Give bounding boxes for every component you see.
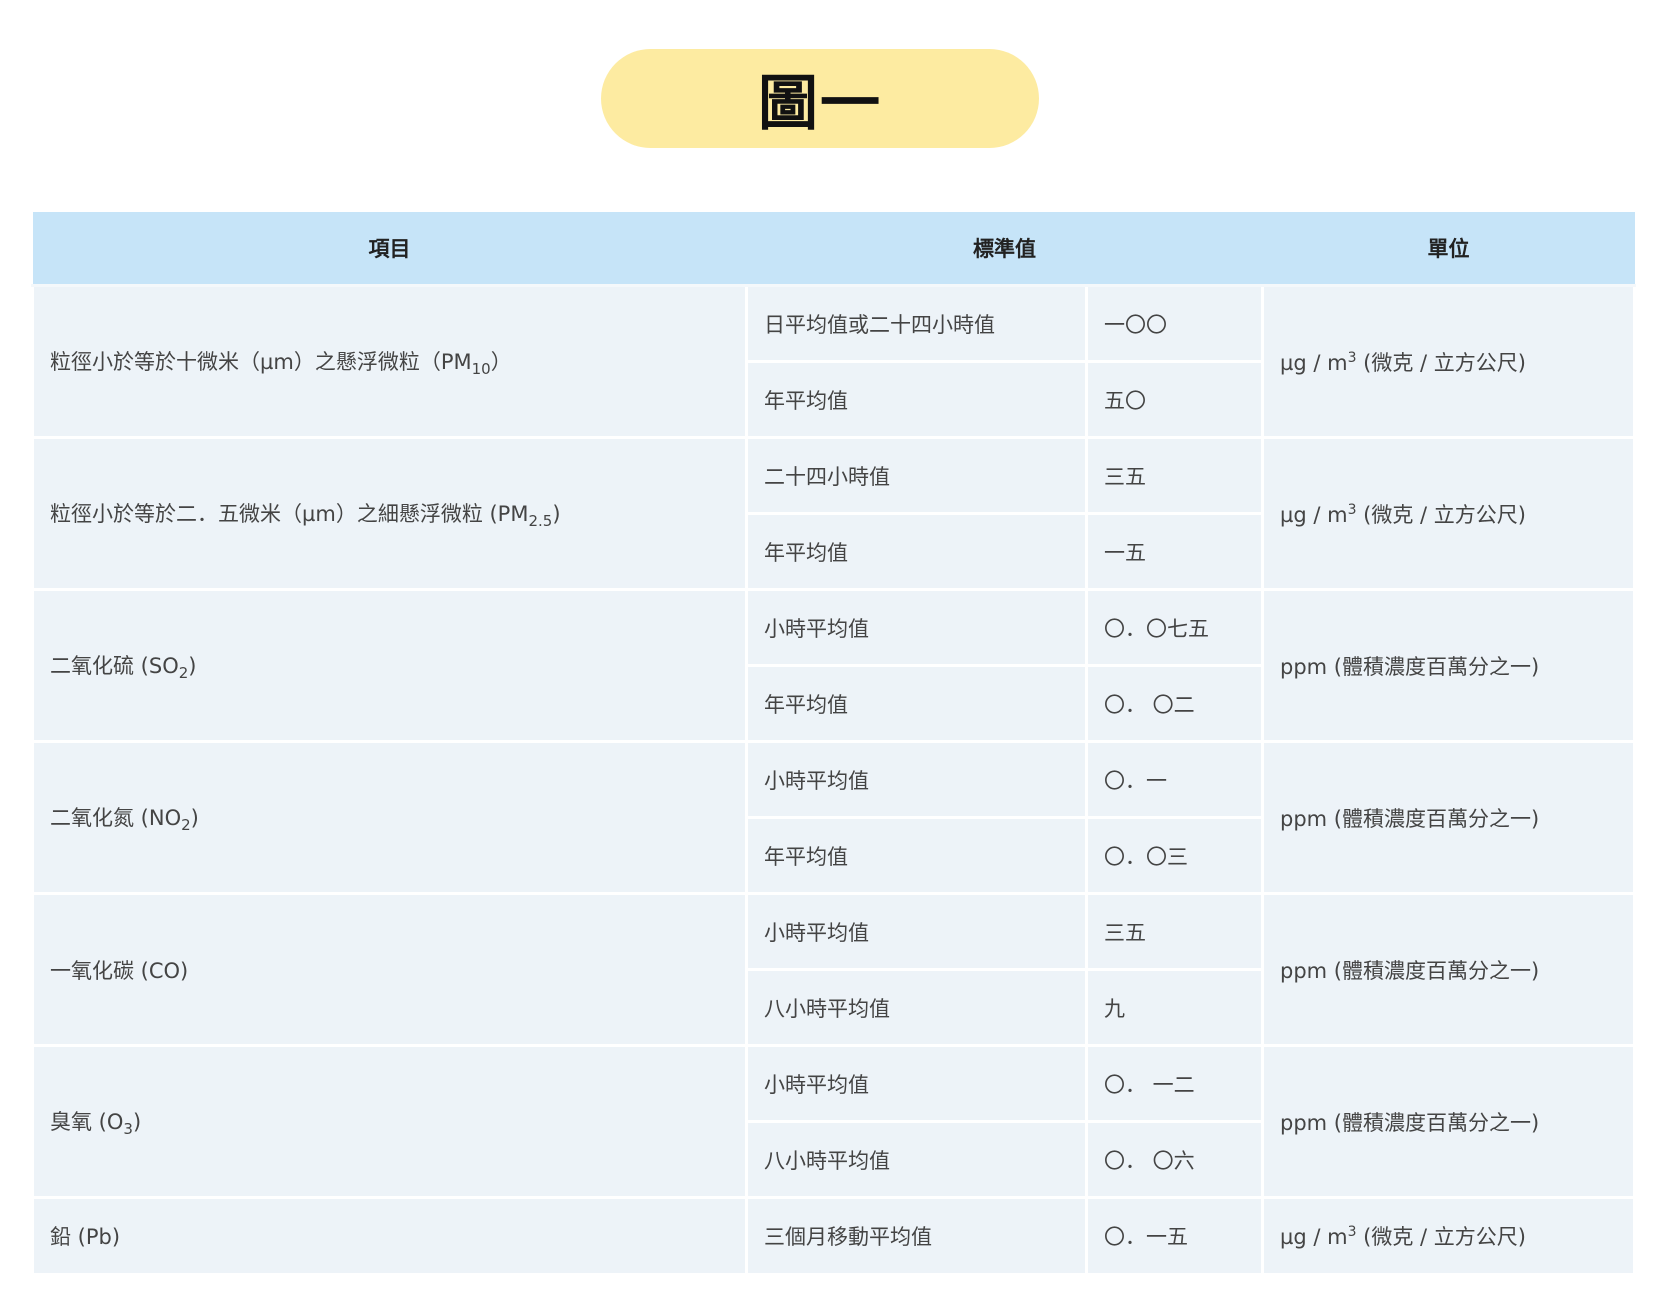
unit-text: µg / m [1280, 502, 1348, 527]
table-row: 鉛 (Pb) 三個月移動平均值 〇．一五 µg / m3 (微克 / 立方公尺) [31, 1196, 1636, 1276]
pollutant-name-cell: 二氧化氮 (NO2) [31, 740, 748, 895]
standard-value: 一〇〇 [1085, 284, 1264, 363]
pollutant-name: 粒徑小於等於十微米（µm）之懸浮微粒（PM [50, 349, 472, 374]
pollutant-name-suffix: ) [188, 653, 197, 678]
pollutant-name-cell: 粒徑小於等於二．五微米（µm）之細懸浮微粒 (PM2.5) [31, 436, 748, 591]
standard-value: 九 [1085, 968, 1264, 1047]
pollutant-name-suffix: ) [552, 501, 561, 526]
averaging-period: 小時平均值 [745, 1044, 1088, 1123]
header-item: 項目 [32, 212, 747, 287]
averaging-period: 小時平均值 [745, 740, 1088, 819]
standard-value: 〇．一 [1085, 740, 1264, 819]
averaging-period: 年平均值 [745, 664, 1088, 743]
averaging-period: 三個月移動平均值 [745, 1196, 1088, 1276]
unit-description: (微克 / 立方公尺) [1356, 1225, 1526, 1249]
standard-value: 三五 [1085, 892, 1264, 971]
header-standard: 標準值 [746, 212, 1263, 287]
standard-value: 〇． 〇二 [1085, 664, 1264, 743]
standard-value: 三五 [1085, 436, 1264, 515]
unit-text: ppm (體積濃度百萬分之一) [1280, 1110, 1540, 1135]
unit-cell: ppm (體積濃度百萬分之一) [1261, 740, 1636, 895]
unit-text: ppm (體積濃度百萬分之一) [1280, 654, 1540, 679]
averaging-period: 日平均值或二十四小時值 [745, 284, 1088, 363]
standard-value: 一五 [1085, 512, 1264, 591]
table-header-row: 項目 標準值 單位 [32, 212, 1635, 287]
unit-cell: ppm (體積濃度百萬分之一) [1261, 892, 1636, 1047]
unit-cell: µg / m3 (微克 / 立方公尺) [1261, 284, 1636, 439]
averaging-period: 年平均值 [745, 816, 1088, 895]
pollutant-name-cell: 一氧化碳 (CO) [31, 892, 748, 1047]
unit-cell: ppm (體積濃度百萬分之一) [1261, 1044, 1636, 1199]
pollutant-name-cell: 二氧化硫 (SO2) [31, 588, 748, 743]
standard-value: 五〇 [1085, 360, 1264, 439]
pollutant-name-cell: 臭氧 (O3) [31, 1044, 748, 1199]
pollutant-subscript: 2.5 [528, 511, 553, 530]
unit-cell: µg / m3 (微克 / 立方公尺) [1261, 436, 1636, 591]
unit-superscript: 3 [1347, 501, 1357, 518]
pollutant-name-suffix: ） [490, 349, 512, 374]
standard-value: 〇．〇三 [1085, 816, 1264, 895]
pollutant-name: 粒徑小於等於二．五微米（µm）之細懸浮微粒 (PM [50, 501, 529, 526]
pollutant-name-suffix: ) [132, 1109, 142, 1134]
unit-text: ppm (體積濃度百萬分之一) [1280, 958, 1540, 983]
pollutant-subscript: 2 [178, 663, 189, 682]
unit-cell: µg / m3 (微克 / 立方公尺) [1261, 1196, 1636, 1276]
pollutant-name: 一氧化碳 (CO) [50, 958, 189, 983]
header-unit: 單位 [1262, 212, 1635, 287]
unit-description: (微克 / 立方公尺) [1356, 502, 1526, 527]
table-row: 二氧化氮 (NO2) 小時平均值 〇．一 ppm (體積濃度百萬分之一) [31, 740, 1636, 895]
pollutant-name-cell: 粒徑小於等於十微米（µm）之懸浮微粒（PM10） [31, 284, 748, 439]
pollutant-name: 二氧化氮 (NO [50, 805, 182, 830]
standard-value: 〇． 一二 [1085, 1044, 1264, 1123]
unit-superscript: 3 [1347, 349, 1357, 366]
unit-text: ppm (體積濃度百萬分之一) [1280, 806, 1540, 831]
table-row: 一氧化碳 (CO) 小時平均值 三五 ppm (體積濃度百萬分之一) [31, 892, 1636, 1047]
averaging-period: 小時平均值 [745, 588, 1088, 667]
pollutant-name-cell: 鉛 (Pb) [31, 1196, 748, 1276]
averaging-period: 小時平均值 [745, 892, 1088, 971]
pollutant-subscript: 2 [181, 815, 191, 834]
averaging-period: 年平均值 [745, 360, 1088, 439]
pollutant-name: 臭氧 (O [50, 1109, 124, 1134]
pollutant-name: 鉛 (Pb) [50, 1225, 121, 1249]
averaging-period: 二十四小時值 [745, 436, 1088, 515]
figure-title-badge: 圖一 [601, 49, 1039, 148]
table-row: 二氧化硫 (SO2) 小時平均值 〇．〇七五 ppm (體積濃度百萬分之一) [31, 588, 1636, 743]
unit-text: µg / m [1280, 350, 1348, 375]
table-row: 粒徑小於等於十微米（µm）之懸浮微粒（PM10） 日平均值或二十四小時值 一〇〇 µg… [31, 284, 1636, 439]
pollutant-subscript: 10 [471, 359, 491, 378]
averaging-period: 八小時平均值 [745, 968, 1088, 1047]
standard-value: 〇． 〇六 [1085, 1120, 1264, 1199]
standard-value: 〇．〇七五 [1085, 588, 1264, 667]
table-row: 臭氧 (O3) 小時平均值 〇． 一二 ppm (體積濃度百萬分之一) [31, 1044, 1636, 1199]
table-row: 粒徑小於等於二．五微米（µm）之細懸浮微粒 (PM2.5) 二十四小時值 三五 µg … [31, 436, 1636, 591]
unit-superscript: 3 [1347, 1224, 1357, 1240]
figure-title: 圖一 [758, 69, 882, 139]
pollutant-subscript: 3 [123, 1119, 133, 1138]
pollutant-name-suffix: ) [190, 805, 199, 830]
table-body: 粒徑小於等於十微米（µm）之懸浮微粒（PM10） 日平均值或二十四小時值 一〇〇 µg… [31, 284, 1636, 1276]
unit-text: µg / m [1280, 1225, 1348, 1249]
unit-cell: ppm (體積濃度百萬分之一) [1261, 588, 1636, 743]
unit-description: (微克 / 立方公尺) [1356, 350, 1526, 375]
air-quality-standards-table: 項目 標準值 單位 粒徑小於等於十微米（µm）之懸浮微粒（PM10） 日平均值或二… [31, 212, 1636, 1276]
averaging-period: 八小時平均值 [745, 1120, 1088, 1199]
pollutant-name: 二氧化硫 (SO [50, 653, 179, 678]
standard-value: 〇．一五 [1085, 1196, 1264, 1276]
averaging-period: 年平均值 [745, 512, 1088, 591]
